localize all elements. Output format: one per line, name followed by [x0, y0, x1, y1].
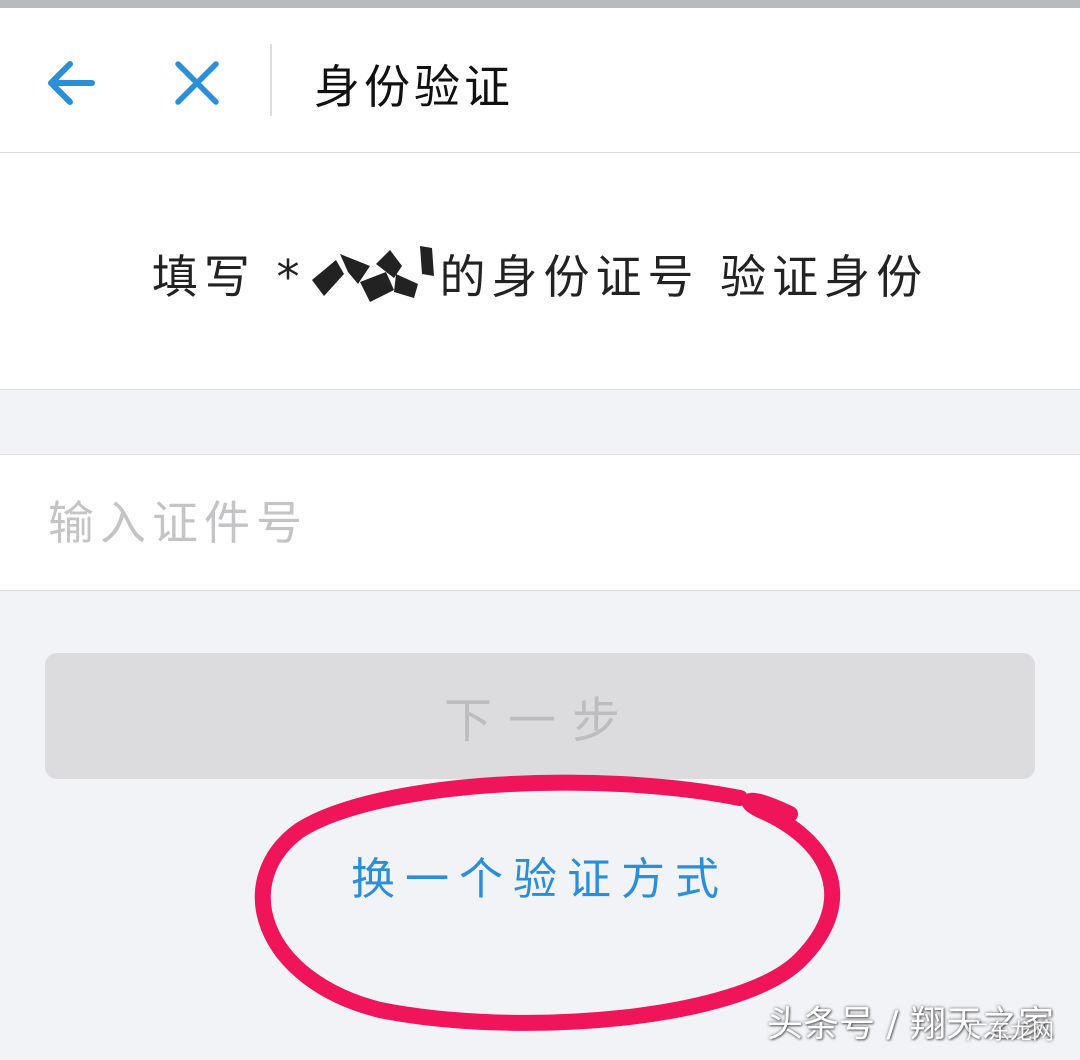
masked-name-scribble — [310, 244, 436, 304]
verification-prompt-section: 填写 * 的身份证号 验证身份 — [0, 153, 1080, 390]
switch-verification-method-link[interactable]: 换一个验证方式 — [340, 840, 740, 910]
page-title: 身份验证 — [314, 60, 514, 114]
next-step-button[interactable]: 下一步 — [45, 653, 1035, 779]
arrow-left-icon — [48, 61, 95, 105]
verification-prompt: 填写 * 的身份证号 验证身份 — [0, 239, 1080, 309]
status-strip — [0, 0, 1080, 8]
nav-divider — [270, 44, 272, 116]
prompt-suffix: 的身份证号 验证身份 — [439, 250, 929, 304]
back-button[interactable] — [40, 50, 106, 116]
id-input-section — [0, 454, 1080, 591]
close-button[interactable] — [164, 50, 230, 116]
prompt-prefix: 填写 * — [151, 250, 306, 304]
id-number-input[interactable] — [48, 485, 1048, 561]
site-watermark: 广东龙网 — [965, 1020, 1054, 1045]
navigation-bar: 身份验证 — [0, 8, 1080, 153]
close-icon — [175, 61, 219, 105]
